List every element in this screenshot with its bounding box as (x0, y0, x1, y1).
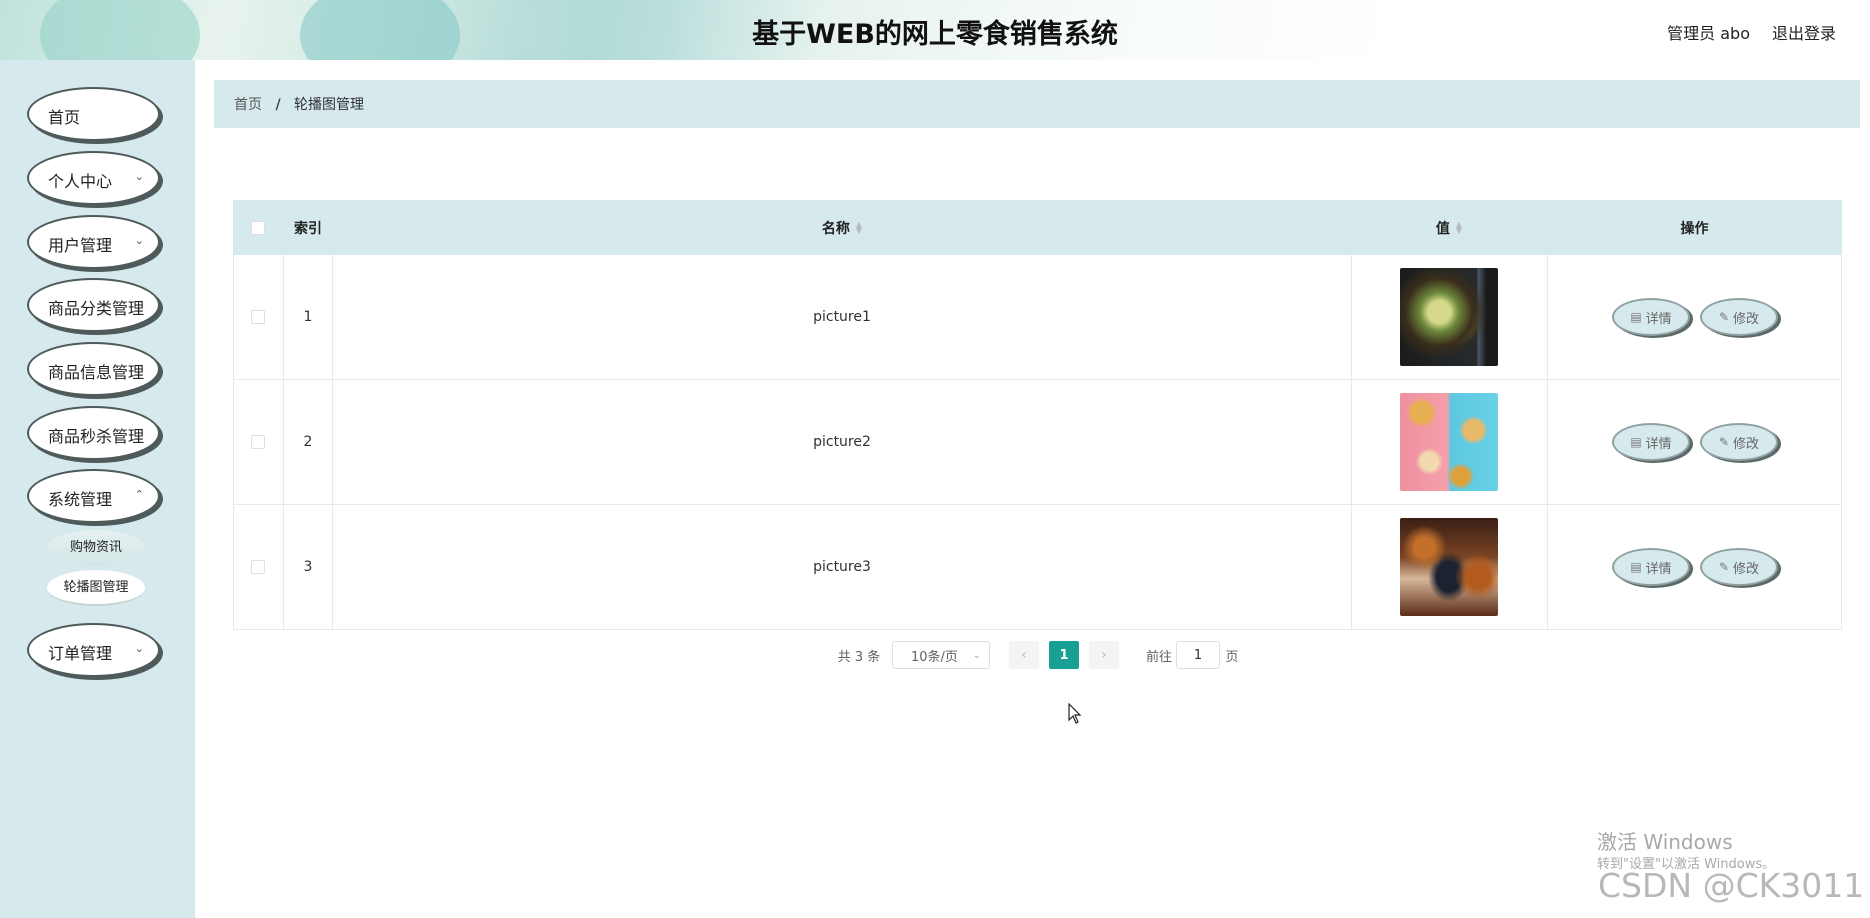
edit-icon: ✎ (1718, 310, 1730, 324)
sidebar-subitem-news[interactable]: 购物资讯 (47, 530, 145, 566)
row-checkbox[interactable] (251, 310, 265, 324)
column-header-value-label: 值 (1435, 220, 1450, 237)
row-select-cell (233, 255, 283, 379)
row-name: picture1 (813, 309, 871, 325)
pagination-total: 共 3 条 (837, 649, 881, 665)
sidebar-item-label: 系统管理 (48, 490, 113, 509)
edit-button[interactable]: ✎ 修改 (1700, 298, 1778, 336)
breadcrumb: 首页 / 轮播图管理 (214, 80, 1860, 128)
chevron-down-icon: ⌄ (134, 170, 144, 183)
sidebar-item-label: 商品秒杀管理 (48, 427, 145, 446)
carousel-thumbnail[interactable] (1400, 268, 1498, 366)
row-actions: ▤ 详情 ✎ 修改 (1547, 505, 1842, 629)
edit-button-label: 修改 (1733, 311, 1760, 327)
next-page-button[interactable]: › (1089, 641, 1119, 669)
csdn-watermark: CSDN @CK3011 (1598, 866, 1865, 905)
column-header-index: 索引 (294, 220, 322, 237)
breadcrumb-current: 轮播图管理 (294, 97, 365, 113)
app-title: 基于WEB的网上零食销售系统 (752, 19, 1118, 50)
column-header-name-label: 名称 (821, 220, 850, 237)
chevron-left-icon: ‹ (1021, 647, 1027, 663)
sidebar: 首页 个人中心 ⌄ 用户管理 ⌄ 商品分类管理 商品信息管理 商品秒杀管理 系统… (0, 60, 195, 918)
row-name: picture3 (813, 559, 871, 575)
column-header-name[interactable]: 名称 ▲ ▼ (333, 200, 1351, 255)
row-actions: ▤ 详情 ✎ 修改 (1547, 380, 1842, 504)
sidebar-item-category[interactable]: 商品分类管理 (27, 278, 160, 332)
select-all-cell (233, 200, 283, 255)
edit-button[interactable]: ✎ 修改 (1700, 423, 1778, 461)
goto-suffix: 页 (1225, 649, 1239, 665)
row-checkbox[interactable] (251, 560, 265, 574)
row-index: 1 (303, 309, 313, 325)
detail-button-label: 详情 (1645, 311, 1672, 327)
sidebar-item-label: 商品信息管理 (48, 363, 145, 382)
sidebar-item-label: 个人中心 (48, 172, 113, 191)
row-index: 2 (303, 434, 313, 450)
sidebar-item-label: 商品分类管理 (48, 299, 145, 318)
row-value-cell (1351, 505, 1547, 629)
sort-icon[interactable]: ▲ ▼ (1456, 220, 1462, 234)
detail-button[interactable]: ▤ 详情 (1612, 423, 1690, 461)
sidebar-item-product-info[interactable]: 商品信息管理 (27, 342, 160, 396)
select-all-checkbox[interactable] (251, 220, 265, 235)
table-row: 1 picture1 ▤ 详情 ✎ 修改 (233, 255, 1842, 380)
row-value-cell (1351, 255, 1547, 379)
page-number-button[interactable]: 1 (1049, 641, 1079, 669)
row-select-cell (233, 380, 283, 504)
detail-button-label: 详情 (1645, 436, 1672, 452)
edit-icon: ✎ (1718, 560, 1730, 574)
sidebar-item-users[interactable]: 用户管理 ⌄ (27, 215, 160, 269)
mouse-cursor-icon (1068, 703, 1082, 724)
breadcrumb-separator: / (275, 97, 281, 113)
sidebar-item-label: 订单管理 (48, 644, 113, 663)
current-user: 管理员 abo (1667, 24, 1750, 43)
chevron-up-icon: ⌃ (134, 488, 144, 501)
document-icon: ▤ (1630, 435, 1642, 449)
sidebar-item-system[interactable]: 系统管理 ⌃ (27, 469, 160, 523)
table-row: 3 picture3 ▤ 详情 ✎ 修改 (233, 505, 1842, 630)
goto-prefix: 前往 (1145, 649, 1172, 665)
column-header-value[interactable]: 值 ▲ ▼ (1351, 200, 1547, 255)
chevron-down-icon: ⌄ (134, 234, 144, 247)
carousel-thumbnail[interactable] (1400, 518, 1498, 616)
table-row: 2 picture2 ▤ 详情 ✎ 修改 (233, 380, 1842, 505)
row-select-cell (233, 505, 283, 629)
sidebar-item-label: 首页 (48, 108, 81, 127)
row-name: picture2 (813, 434, 871, 450)
sidebar-subitem-carousel[interactable]: 轮播图管理 (47, 570, 145, 606)
chevron-down-icon: ⌄ (134, 642, 144, 655)
document-icon: ▤ (1630, 310, 1642, 324)
edit-button-label: 修改 (1733, 436, 1760, 452)
row-value-cell (1351, 380, 1547, 504)
logout-link[interactable]: 退出登录 (1772, 20, 1836, 44)
sidebar-item-flash-sale[interactable]: 商品秒杀管理 (27, 406, 160, 460)
edit-icon: ✎ (1718, 435, 1730, 449)
carousel-thumbnail[interactable] (1400, 393, 1498, 491)
prev-page-button[interactable]: ‹ (1009, 641, 1039, 669)
windows-activation-title: 激活 Windows (1597, 830, 1733, 854)
table-header: 索引 名称 ▲ ▼ 值 ▲ ▼ 操作 (233, 200, 1842, 255)
page-size-value: 10条/页 (911, 649, 958, 665)
page-size-select[interactable]: 10条/页 ⌄ (892, 641, 990, 669)
sort-icon[interactable]: ▲ ▼ (856, 220, 862, 234)
column-header-actions: 操作 (1680, 220, 1709, 237)
chevron-right-icon: › (1101, 647, 1107, 663)
detail-button[interactable]: ▤ 详情 (1612, 298, 1690, 336)
breadcrumb-home[interactable]: 首页 (234, 97, 262, 113)
sidebar-item-home[interactable]: 首页 (27, 87, 160, 141)
goto-page-input[interactable]: 1 (1176, 641, 1220, 669)
sidebar-item-orders[interactable]: 订单管理 ⌄ (27, 623, 160, 677)
sidebar-item-label: 用户管理 (48, 236, 113, 255)
edit-button-label: 修改 (1733, 561, 1760, 577)
edit-button[interactable]: ✎ 修改 (1700, 548, 1778, 586)
document-icon: ▤ (1630, 560, 1642, 574)
sidebar-item-personal-center[interactable]: 个人中心 ⌄ (27, 151, 160, 205)
top-header: 基于WEB的网上零食销售系统 管理员 abo 退出登录 (0, 0, 1870, 60)
row-index: 3 (303, 559, 313, 575)
detail-button[interactable]: ▤ 详情 (1612, 548, 1690, 586)
chevron-down-icon: ⌄ (972, 649, 981, 661)
detail-button-label: 详情 (1645, 561, 1672, 577)
row-checkbox[interactable] (251, 435, 265, 449)
row-actions: ▤ 详情 ✎ 修改 (1547, 255, 1842, 379)
